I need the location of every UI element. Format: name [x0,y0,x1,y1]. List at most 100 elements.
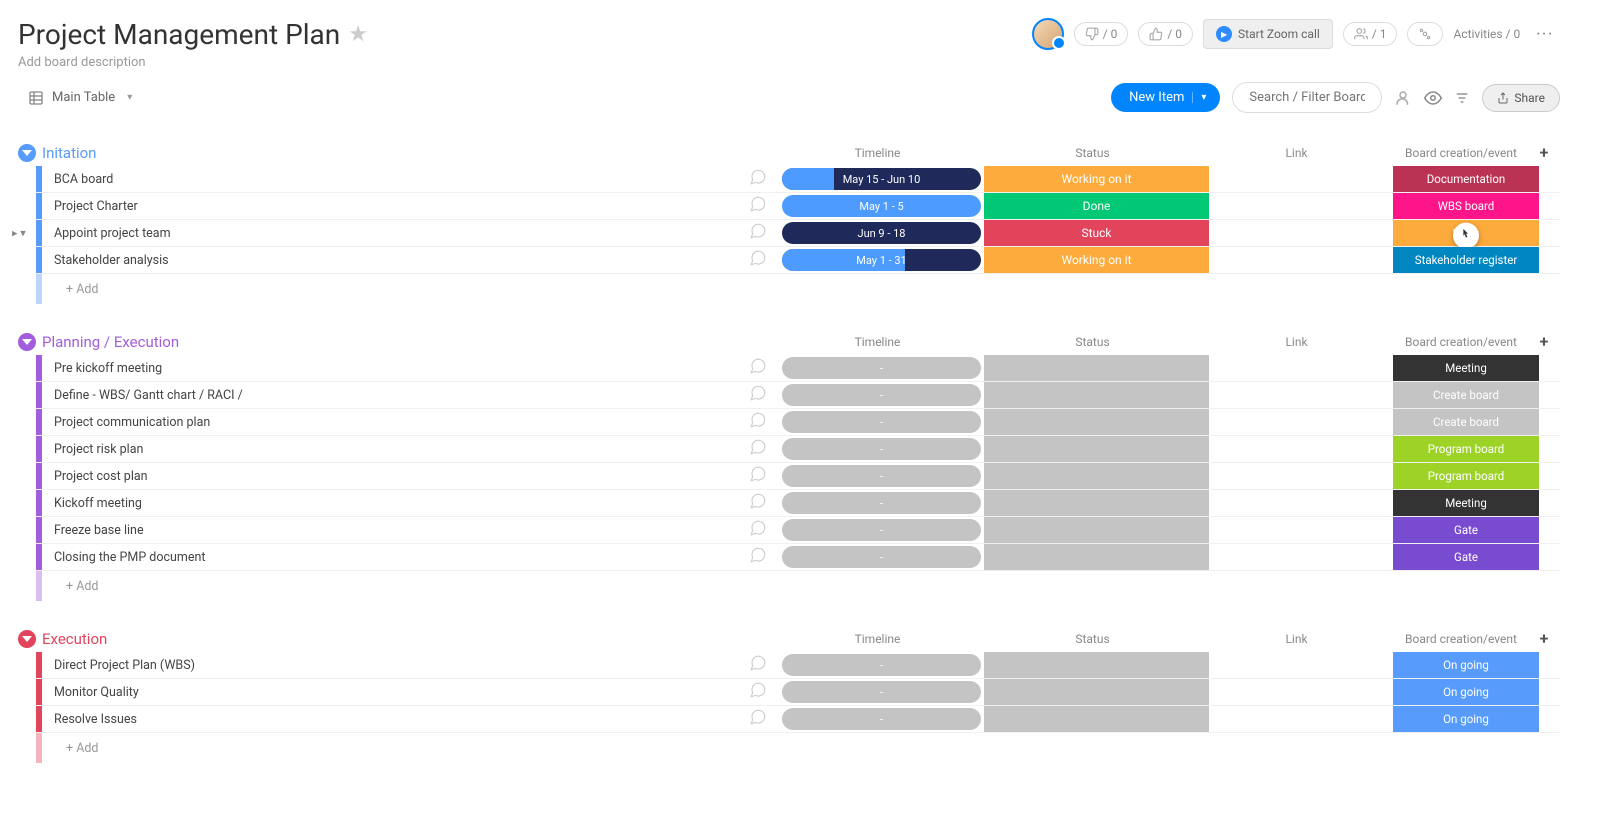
col-header-timeline[interactable]: Timeline [775,335,980,349]
event-cell[interactable]: On going [1393,652,1539,678]
search-input[interactable] [1232,82,1382,113]
add-column-button[interactable]: + [1534,332,1554,351]
item-name[interactable]: Resolve Issues [42,708,749,731]
item-name[interactable]: Freeze base line [42,519,749,542]
event-cell[interactable]: On going [1393,706,1539,732]
status-cell[interactable]: Working on it [984,166,1209,192]
item-name[interactable]: Monitor Quality [42,681,749,704]
chat-icon[interactable] [749,681,767,703]
item-name[interactable]: Project cost plan [42,465,749,488]
status-cell[interactable] [984,652,1209,678]
timeline-cell[interactable]: - [779,382,984,408]
item-name[interactable]: Project communication plan [42,411,749,434]
group-collapse-toggle[interactable] [18,333,36,351]
timeline-cell[interactable]: - [779,544,984,570]
event-cell[interactable]: Gate [1393,517,1539,543]
timeline-cell[interactable]: Jun 9 - 18 [779,220,984,246]
item-name[interactable]: Direct Project Plan (WBS) [42,654,749,677]
user-avatar[interactable] [1032,18,1064,50]
event-cell[interactable]: Meeting [1393,355,1539,381]
group-name[interactable]: Initation [42,144,96,162]
chat-icon[interactable] [749,411,767,433]
filter-icon[interactable] [1454,90,1470,106]
group-name[interactable]: Planning / Execution [42,333,179,351]
col-header-status[interactable]: Status [980,335,1205,349]
timeline-cell[interactable]: May 1 - 5 [779,193,984,219]
add-column-button[interactable]: + [1534,143,1554,162]
timeline-cell[interactable]: May 15 - Jun 10 [779,166,984,192]
item-name[interactable]: Define - WBS/ Gantt chart / RACI / [42,384,749,407]
status-cell[interactable] [984,409,1209,435]
event-cell[interactable]: Program board [1393,436,1539,462]
event-cell[interactable]: Links [1393,220,1539,246]
row-menu-icon[interactable]: ▸ ▾ [12,227,26,240]
item-name[interactable]: Project risk plan [42,438,749,461]
event-cell[interactable]: Create board [1393,382,1539,408]
event-cell[interactable]: Program board [1393,463,1539,489]
timeline-cell[interactable]: May 1 - 31 [779,247,984,273]
col-header-status[interactable]: Status [980,146,1205,160]
thumbs-up-button[interactable]: / 0 [1138,22,1193,46]
group-name[interactable]: Execution [42,630,107,648]
group-collapse-toggle[interactable] [18,144,36,162]
chat-icon[interactable] [749,546,767,568]
status-cell[interactable] [984,463,1209,489]
event-cell[interactable]: Gate [1393,544,1539,570]
thumbs-down-button[interactable]: / 0 [1074,22,1129,46]
add-row[interactable]: + Add [36,733,1560,763]
item-name[interactable]: BCA board [42,168,749,191]
eye-icon[interactable] [1424,89,1442,107]
people-button[interactable]: / 1 [1343,22,1398,46]
status-cell[interactable] [984,436,1209,462]
chat-icon[interactable] [749,519,767,541]
timeline-cell[interactable]: - [779,517,984,543]
status-cell[interactable]: Done [984,193,1209,219]
new-item-dropdown-icon[interactable]: ▾ [1192,92,1206,103]
item-name[interactable]: Closing the PMP document [42,546,749,569]
timeline-cell[interactable]: - [779,409,984,435]
timeline-cell[interactable]: - [779,490,984,516]
chat-icon[interactable] [749,465,767,487]
chat-icon[interactable] [749,492,767,514]
timeline-cell[interactable]: - [779,706,984,732]
item-name[interactable]: Pre kickoff meeting [42,357,749,380]
item-name[interactable]: Appoint project team [42,222,749,245]
chat-icon[interactable] [749,357,767,379]
status-cell[interactable] [984,679,1209,705]
col-header-link[interactable]: Link [1205,632,1388,646]
col-header-link[interactable]: Link [1205,335,1388,349]
chat-icon[interactable] [749,384,767,406]
timeline-cell[interactable]: - [779,679,984,705]
favorite-star-icon[interactable]: ★ [348,22,368,47]
group-collapse-toggle[interactable] [18,630,36,648]
status-cell[interactable] [984,517,1209,543]
event-cell[interactable]: Meeting [1393,490,1539,516]
board-title[interactable]: Project Management Plan [18,18,340,51]
status-cell[interactable] [984,355,1209,381]
new-item-button[interactable]: New Item ▾ [1111,83,1220,112]
timeline-cell[interactable]: - [779,463,984,489]
col-header-event[interactable]: Board creation/event [1388,632,1534,646]
chat-icon[interactable] [749,222,767,244]
status-cell[interactable] [984,490,1209,516]
start-zoom-button[interactable]: ▶ Start Zoom call [1203,19,1333,49]
chat-icon[interactable] [749,249,767,271]
timeline-cell[interactable]: - [779,436,984,462]
view-switcher[interactable]: Main Table ▾ [18,84,142,112]
add-row[interactable]: + Add [36,274,1560,304]
chat-icon[interactable] [749,195,767,217]
event-cell[interactable]: WBS board [1393,193,1539,219]
board-description-input[interactable]: Add board description [18,55,368,70]
chat-icon[interactable] [749,654,767,676]
col-header-event[interactable]: Board creation/event [1388,146,1534,160]
person-icon[interactable] [1394,89,1412,107]
col-header-event[interactable]: Board creation/event [1388,335,1534,349]
add-row[interactable]: + Add [36,571,1560,601]
col-header-link[interactable]: Link [1205,146,1388,160]
event-cell[interactable]: Documentation [1393,166,1539,192]
timeline-cell[interactable]: - [779,652,984,678]
chat-icon[interactable] [749,708,767,730]
event-cell[interactable]: On going [1393,679,1539,705]
status-cell[interactable] [984,706,1209,732]
status-cell[interactable]: Working on it [984,247,1209,273]
